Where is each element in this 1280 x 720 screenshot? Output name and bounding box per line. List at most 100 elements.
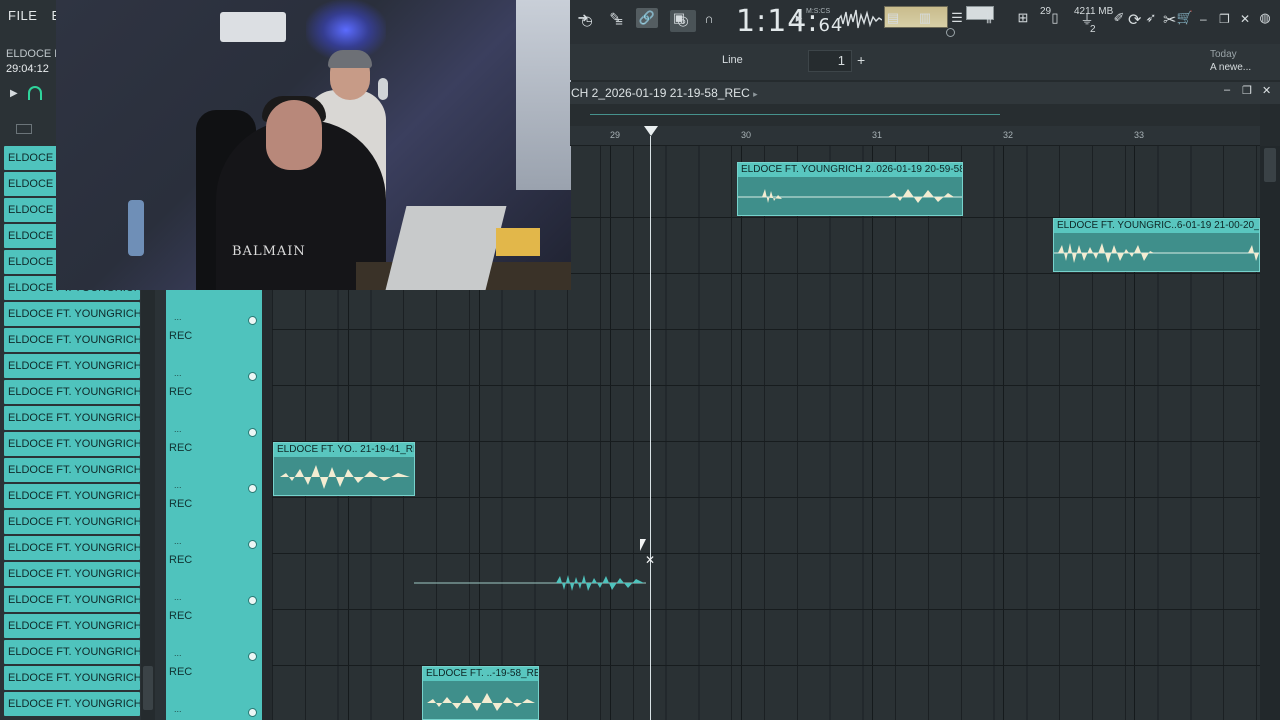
track-header[interactable]: ...REC (166, 346, 262, 402)
clip-list-item[interactable]: ELDOCE FT. YOUNGRICH 2. (4, 536, 140, 560)
track-dots: ... (174, 536, 182, 546)
playlist-close-icon[interactable]: ✕ (1262, 84, 1271, 97)
grid-bar-line (872, 146, 873, 720)
track-header[interactable]: ... REC (166, 458, 262, 514)
add-pattern-button[interactable]: + (857, 52, 865, 68)
master-volume-knob[interactable] (946, 28, 955, 37)
lane-divider (272, 665, 1260, 666)
track-mute-led[interactable] (248, 652, 257, 661)
restore-icon[interactable]: ❐ (1219, 12, 1230, 26)
piano-icon[interactable] (16, 124, 32, 134)
webcam-window (516, 0, 571, 190)
track-header[interactable]: ...REC (166, 290, 262, 346)
menu-file[interactable]: FILE (8, 8, 37, 23)
track-header[interactable]: ... REC (166, 514, 262, 570)
webcam-microphone (378, 78, 388, 100)
clip-list-item[interactable]: ELDOCE FT. YOUNGRICH 2. (4, 666, 140, 690)
playlist-overview[interactable] (570, 104, 1260, 126)
track-mute-led[interactable] (248, 428, 257, 437)
scrollbar-thumb[interactable] (143, 666, 153, 710)
track-header[interactable]: ... REC (166, 570, 262, 626)
file-icon[interactable]: ▯ (1044, 8, 1066, 28)
track-name: REC (169, 610, 193, 622)
playhead-marker[interactable] (644, 126, 658, 136)
news-headline: A newe... (1210, 62, 1252, 73)
draw-tool-icon[interactable]: ✎ (604, 8, 626, 28)
clip-list-item[interactable]: ELDOCE FT. YOUNGRICH 2. (4, 692, 140, 716)
lane-divider (272, 609, 1260, 610)
minimize-icon[interactable]: – (1200, 12, 1207, 26)
clip-title: ELDOCE FT. YOUNGRIC..6-01-19 21-00-20_RE… (1054, 219, 1259, 233)
clip-list-item[interactable]: ELDOCE FT. YOUNGRICH 2. (4, 510, 140, 534)
track-name: REC (169, 498, 193, 510)
track-mute-led[interactable] (248, 540, 257, 549)
timeline-ruler[interactable]: 29 30 31 32 33 (570, 126, 1260, 146)
webcam-cap (328, 50, 372, 68)
track-mute-led[interactable] (248, 596, 257, 605)
shop-cart-icon[interactable]: 🛒 (1174, 8, 1196, 28)
clip-list-item[interactable]: ELDOCE FT. YOUNGRICH 2. (4, 328, 140, 352)
browser-icon[interactable]: ⊞ (1012, 8, 1034, 28)
lane-divider (272, 553, 1260, 554)
clip-list-item[interactable]: ELDOCE FT. YOUNGRICH 2. (4, 432, 140, 456)
track-header[interactable]: ...REC (166, 626, 262, 682)
track-dots: ... (174, 648, 182, 658)
audio-clip[interactable]: ELDOCE FT. YOUNGRICH 2..026-01-19 20-59-… (737, 162, 963, 216)
playlist-maximize-icon[interactable]: ❐ (1242, 84, 1252, 97)
track-header[interactable]: ...REC (166, 402, 262, 458)
clip-list-item[interactable]: ELDOCE FT. YOUNGRICH 2. (4, 640, 140, 664)
clip-list-item[interactable]: ELDOCE FT. YOUNGRICH 2. (4, 458, 140, 482)
webcam-overlay: BALMAIN (56, 0, 571, 290)
track-mute-led[interactable] (248, 372, 257, 381)
arrow-right-icon[interactable]: ➜ (572, 8, 594, 28)
waveform (280, 465, 410, 489)
scrollbar-thumb[interactable] (1264, 148, 1276, 182)
clip-list-item[interactable]: ELDOCE FT. YOUNGRICH 2. (4, 354, 140, 378)
clip-list-item[interactable]: ELDOCE FT. YOUNGRICH 2. (4, 406, 140, 430)
clip-list-item[interactable]: ELDOCE FT. YOUNGRICH 2. (4, 380, 140, 404)
clip-list-item[interactable]: ELDOCE FT. YOUNGRICH 2. (4, 302, 140, 326)
track-mute-led[interactable] (248, 316, 257, 325)
news-date: Today (1210, 49, 1237, 60)
audio-clip[interactable]: ELDOCE FT. ..-19-58_REC (422, 666, 539, 720)
audio-clip[interactable]: ELDOCE FT. YO.. 21-19-41_REC (273, 442, 415, 496)
track-name: REC (169, 554, 193, 566)
bar-number: 30 (741, 130, 752, 140)
headphones-icon[interactable] (28, 86, 42, 100)
recording-waveform[interactable] (414, 572, 646, 596)
track-mute-led[interactable] (248, 708, 257, 717)
pen-icon[interactable]: ✐ (1108, 8, 1130, 28)
magnet-icon[interactable]: ∩ (698, 8, 720, 28)
oscilloscope-icon[interactable] (838, 6, 882, 32)
globe-icon[interactable]: ◍ (1254, 8, 1276, 28)
clip-list-item[interactable]: ELDOCE FT. YOUNGRICH 2. (4, 484, 140, 508)
track-dots: ... (174, 592, 182, 602)
track-header[interactable]: ...REC (166, 682, 262, 720)
piano-roll-icon[interactable]: ▥ (914, 8, 936, 28)
news-panel[interactable]: Today A newe... (1210, 48, 1251, 74)
mixer-icon[interactable]: ⫼ (978, 8, 1000, 28)
stamp-icon[interactable]: ▣ (668, 8, 690, 28)
channel-rack-icon[interactable]: ☰ (946, 8, 968, 28)
pattern-prev-icon[interactable]: ▸ (788, 8, 810, 28)
hint-icon[interactable]: ➶ (1140, 8, 1162, 28)
clip-list-item[interactable]: ELDOCE FT. YOUNGRICH 2. (4, 614, 140, 638)
close-icon[interactable]: ✕ (1240, 12, 1250, 26)
clip-list-item[interactable]: ELDOCE FT. YOUNGRICH 2. (4, 562, 140, 586)
track-name: REC (169, 442, 193, 454)
pattern-selector[interactable]: 1 (808, 50, 852, 72)
link-icon[interactable]: 🔗 (636, 8, 658, 28)
snap-selector[interactable]: Line (722, 54, 743, 66)
plugin-icon[interactable]: ⏚ (1076, 8, 1098, 28)
preview-play-icon[interactable]: ▶ (10, 88, 18, 99)
bar-number: 29 (610, 130, 621, 140)
playlist-icon[interactable]: ▤ (882, 8, 904, 28)
track-dots: ... (174, 480, 182, 490)
playlist-scrollbar[interactable] (1260, 146, 1280, 720)
track-mute-led[interactable] (248, 484, 257, 493)
overview-line (590, 114, 1000, 115)
audio-clip[interactable]: ELDOCE FT. YOUNGRIC..6-01-19 21-00-20_RE… (1053, 218, 1260, 272)
title-arrow-icon[interactable]: ▸ (753, 89, 758, 99)
playlist-minimize-icon[interactable]: – (1224, 84, 1230, 96)
clip-list-item[interactable]: ELDOCE FT. YOUNGRICH 2. (4, 588, 140, 612)
